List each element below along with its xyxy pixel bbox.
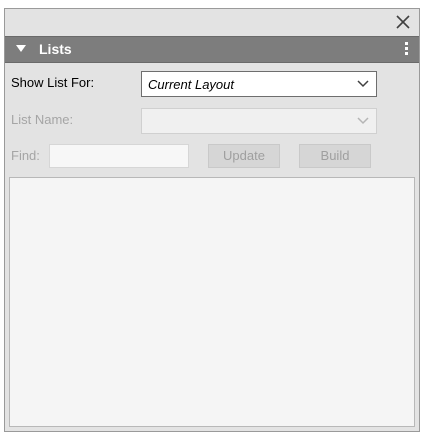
chevron-down-icon	[357, 80, 369, 88]
lists-panel: Lists Show List For: Current Layout List…	[4, 8, 420, 432]
panel-titlebar	[5, 9, 419, 35]
triangle-down-icon[interactable]	[16, 45, 26, 52]
vertical-ellipsis-icon[interactable]	[405, 42, 409, 58]
list-name-select[interactable]	[141, 108, 377, 134]
chevron-down-icon	[357, 117, 369, 125]
list-results-area[interactable]	[9, 177, 415, 427]
find-label: Find:	[11, 148, 40, 163]
list-name-label: List Name:	[11, 112, 74, 127]
header-title: Lists	[39, 41, 72, 57]
close-icon	[396, 15, 410, 29]
update-button[interactable]: Update	[208, 144, 280, 168]
show-list-for-value: Current Layout	[148, 77, 234, 92]
lists-header[interactable]: Lists	[5, 36, 419, 63]
build-button[interactable]: Build	[299, 144, 371, 168]
find-input[interactable]	[49, 144, 189, 168]
show-list-for-label: Show List For:	[11, 75, 95, 90]
close-button[interactable]	[393, 12, 413, 32]
show-list-for-select[interactable]: Current Layout	[141, 71, 377, 97]
